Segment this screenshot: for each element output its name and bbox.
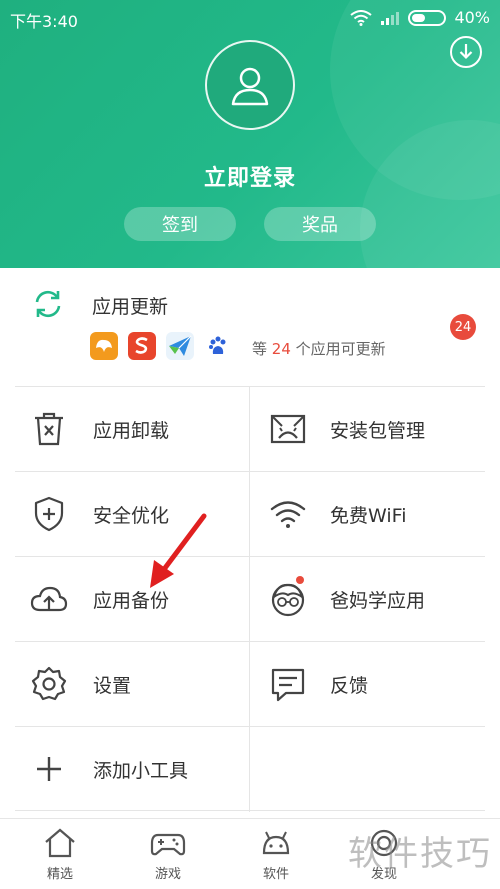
tools-grid: 应用卸载 安装包管理 安全优化 免费WiFi 应用备份 爸妈学应用 设置 反馈 … — [15, 386, 485, 812]
parents-learn-apps-item[interactable]: 爸妈学应用 — [250, 557, 485, 642]
uninstall-apps-item[interactable]: 应用卸载 — [15, 387, 250, 472]
sign-in-button[interactable]: 签到 — [124, 207, 236, 241]
tab-games[interactable]: 游戏 — [120, 819, 216, 889]
status-bar: 下午3:40 40% — [0, 0, 500, 36]
update-count-badge: 24 — [450, 314, 476, 340]
user-icon — [231, 67, 269, 106]
free-wifi-item[interactable]: 免费WiFi — [250, 472, 485, 557]
plus-icon — [37, 757, 61, 781]
grid-bottom-divider — [15, 810, 485, 811]
baidu-icon — [204, 332, 232, 360]
empty-cell — [250, 727, 485, 812]
watermark-text: 软件技巧 — [348, 834, 492, 874]
tab-software-label: 软件 — [262, 867, 289, 882]
settings-item[interactable]: 设置 — [15, 642, 250, 727]
update-count-text: 等 24 个应用可更新 — [252, 340, 386, 358]
cell-signal-icon — [381, 11, 400, 25]
status-time: 下午3:40 — [10, 12, 78, 31]
tab-featured[interactable]: 精选 — [12, 819, 108, 889]
profile-header: 下午3:40 40% 立即登录 签到 奖品 — [0, 0, 500, 268]
new-dot-badge — [296, 576, 304, 584]
red-arrow-annotation — [150, 513, 207, 588]
refresh-icon — [35, 290, 61, 318]
uc-browser-icon — [90, 332, 118, 360]
tab-games-label: 游戏 — [154, 867, 181, 882]
feedback-item[interactable]: 反馈 — [250, 642, 485, 727]
parents-learn-apps-label: 爸妈学应用 — [330, 590, 426, 612]
security-optimize-item[interactable]: 安全优化 — [15, 472, 250, 557]
wifi-signal-icon — [350, 9, 373, 26]
package-manager-label: 安装包管理 — [330, 420, 426, 442]
tab-software[interactable]: 软件 — [228, 819, 324, 889]
trash-icon — [35, 412, 63, 446]
add-widget-item[interactable]: 添加小工具 — [15, 727, 250, 812]
feedback-label: 反馈 — [330, 675, 369, 697]
home-icon — [45, 828, 75, 858]
battery-icon — [408, 9, 447, 26]
add-widget-label: 添加小工具 — [93, 760, 189, 782]
paper-plane-icon — [166, 332, 194, 360]
download-manager-button[interactable] — [450, 36, 482, 68]
app-backup-label: 应用备份 — [93, 590, 170, 612]
free-wifi-label: 免费WiFi — [330, 505, 407, 527]
battery-percent: 40% — [454, 8, 490, 27]
tab-featured-label: 精选 — [46, 867, 73, 882]
wifi-icon — [270, 501, 306, 528]
uninstall-apps-label: 应用卸载 — [93, 420, 170, 442]
sogou-input-icon — [128, 332, 156, 360]
settings-label: 设置 — [93, 675, 132, 697]
package-manager-item[interactable]: 安装包管理 — [250, 387, 485, 472]
gear-icon — [31, 666, 67, 701]
android-icon — [262, 831, 290, 855]
app-backup-item[interactable]: 应用备份 — [15, 557, 250, 642]
update-count: 24 — [271, 340, 291, 358]
login-link[interactable]: 立即登录 — [0, 160, 500, 192]
cloud-upload-icon — [30, 586, 68, 612]
package-box-icon — [270, 414, 306, 444]
app-update-section[interactable]: 应用更新 等 24 个应用可更新 24 — [0, 268, 500, 386]
shield-icon — [34, 496, 64, 532]
gamepad-icon — [150, 833, 186, 856]
update-app-icons — [90, 332, 232, 360]
avatar[interactable] — [205, 40, 295, 130]
prize-button[interactable]: 奖品 — [264, 207, 376, 241]
app-update-title: 应用更新 — [92, 296, 169, 318]
grandma-face-icon — [271, 583, 305, 617]
chat-bubble-icon — [271, 668, 305, 702]
download-icon — [459, 44, 473, 60]
